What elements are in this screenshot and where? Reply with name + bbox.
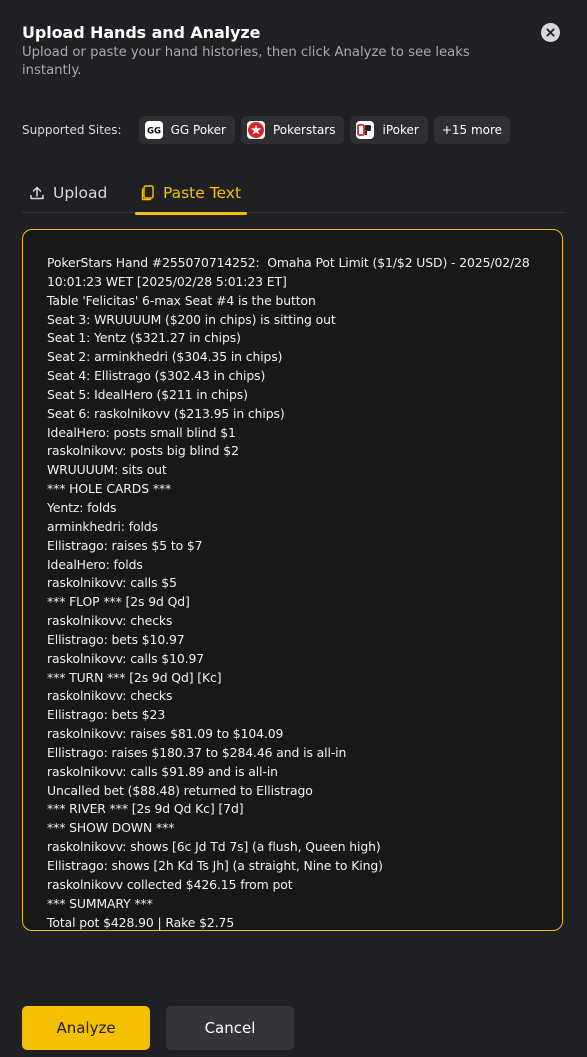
pokerstars-logo-icon bbox=[247, 121, 265, 139]
ipoker-logo-icon bbox=[356, 121, 375, 139]
more-sites-button[interactable]: +15 more bbox=[433, 116, 511, 144]
close-icon bbox=[546, 28, 555, 37]
supported-sites: Supported Sites: GG GG Poker Pokerstars bbox=[22, 116, 516, 144]
upload-icon bbox=[30, 186, 44, 199]
site-chip-ipoker[interactable]: iPoker bbox=[350, 116, 428, 144]
site-chip-label: GG Poker bbox=[170, 123, 226, 137]
svg-text:GG: GG bbox=[147, 127, 161, 136]
tab-upload-label: Upload bbox=[53, 183, 108, 202]
tab-paste-text[interactable]: Paste Text bbox=[135, 172, 247, 215]
site-chip-ggpoker[interactable]: GG GG Poker bbox=[138, 116, 235, 144]
analyze-button[interactable]: Analyze bbox=[22, 1006, 150, 1050]
tab-upload[interactable]: Upload bbox=[29, 172, 107, 213]
site-chip-label: Pokerstars bbox=[273, 123, 336, 137]
site-chip-label: iPoker bbox=[382, 123, 419, 137]
input-mode-tabs: Upload Paste Text bbox=[22, 172, 565, 215]
hand-history-textarea[interactable]: PokerStars Hand #255070714252: Omaha Pot… bbox=[22, 229, 563, 931]
hand-history-content: PokerStars Hand #255070714252: Omaha Pot… bbox=[47, 255, 530, 930]
cancel-button[interactable]: Cancel bbox=[166, 1006, 294, 1050]
site-chip-pokerstars[interactable]: Pokerstars bbox=[241, 116, 345, 144]
tab-paste-text-label: Paste Text bbox=[162, 183, 242, 202]
modal-title: Upload Hands and Analyze bbox=[22, 23, 261, 42]
upload-modal: Upload Hands and Analyze Upload or paste… bbox=[0, 0, 587, 1057]
ggpoker-logo-icon: GG bbox=[144, 121, 163, 139]
supported-sites-label: Supported Sites: bbox=[22, 123, 122, 137]
close-button[interactable] bbox=[541, 23, 560, 42]
modal-subtitle: Upload or paste your hand histories, the… bbox=[22, 45, 470, 78]
clipboard-icon bbox=[141, 184, 154, 200]
